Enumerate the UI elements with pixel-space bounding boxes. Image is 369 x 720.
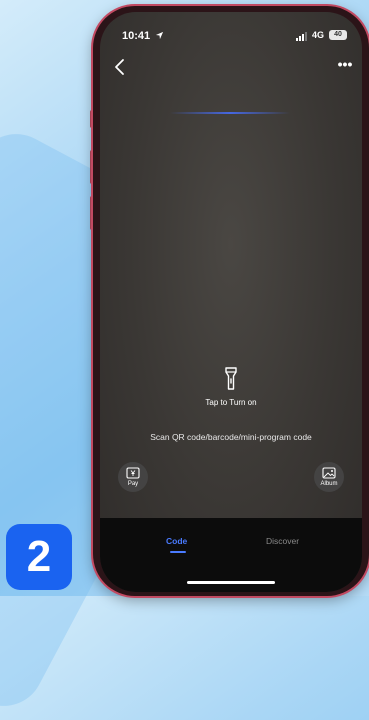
home-indicator[interactable]	[187, 581, 275, 584]
pay-label: Pay	[127, 481, 139, 487]
status-time: 10:41	[122, 30, 151, 42]
step-number-badge: 2	[6, 524, 72, 590]
flashlight-icon[interactable]	[223, 366, 239, 392]
location-arrow-icon	[155, 31, 164, 40]
network-type: 4G	[312, 30, 325, 40]
pay-button[interactable]: Pay	[118, 462, 148, 492]
signal-icon	[296, 32, 307, 41]
tab-bar: Code Discover	[100, 518, 362, 592]
tab-code[interactable]: Code	[166, 536, 187, 546]
album-icon	[322, 467, 336, 479]
nav-row: •••	[100, 57, 362, 78]
back-icon[interactable]	[112, 58, 128, 76]
pay-icon	[126, 467, 140, 479]
more-icon[interactable]: •••	[336, 57, 354, 76]
album-button[interactable]: Album	[314, 462, 344, 492]
phone-screen: 10:41 4G 40 ••• Tap to Turn on Scan QR c…	[100, 12, 362, 592]
tab-discover[interactable]: Discover	[266, 536, 299, 546]
battery-indicator: 40	[329, 30, 347, 40]
scan-hint: Scan QR code/barcode/mini-program code	[150, 432, 312, 442]
scan-line	[170, 112, 290, 114]
flashlight-label[interactable]: Tap to Turn on	[100, 398, 362, 407]
album-label: Album	[320, 481, 338, 487]
active-tab-indicator	[170, 551, 186, 553]
status-bar: 10:41 4G 40	[100, 30, 362, 46]
